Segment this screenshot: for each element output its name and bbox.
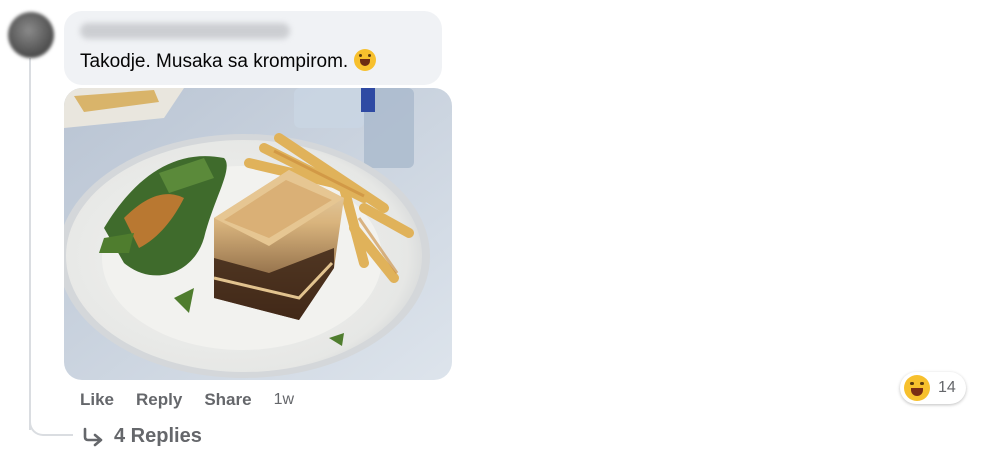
author-name-blurred[interactable] <box>80 23 290 39</box>
reply-button[interactable]: Reply <box>136 390 182 410</box>
laughing-emoji-icon <box>354 49 377 71</box>
share-button[interactable]: Share <box>204 390 251 410</box>
avatar[interactable] <box>8 12 54 58</box>
comment-bubble: Takodje. Musaka sa krompirom. <box>64 11 442 85</box>
view-replies-button[interactable]: 4 Replies <box>82 425 202 448</box>
comment-text: Takodje. Musaka sa krompirom. <box>80 49 377 74</box>
comment-actions: Like Reply Share 1w <box>80 389 294 411</box>
timestamp[interactable]: 1w <box>274 391 294 409</box>
replies-label: 4 Replies <box>114 425 202 447</box>
reaction-count: 14 <box>938 379 956 396</box>
comment-text-content: Takodje. Musaka sa krompirom. <box>80 51 349 72</box>
thread-connector <box>29 414 73 436</box>
laughing-reaction-icon <box>904 375 930 401</box>
thread-line <box>29 58 31 430</box>
food-photo-image <box>64 88 452 380</box>
comment-photo[interactable] <box>64 88 452 380</box>
like-button[interactable]: Like <box>80 390 114 410</box>
reaction-badge[interactable]: 14 <box>900 372 966 404</box>
reply-arrow-icon <box>83 427 103 446</box>
